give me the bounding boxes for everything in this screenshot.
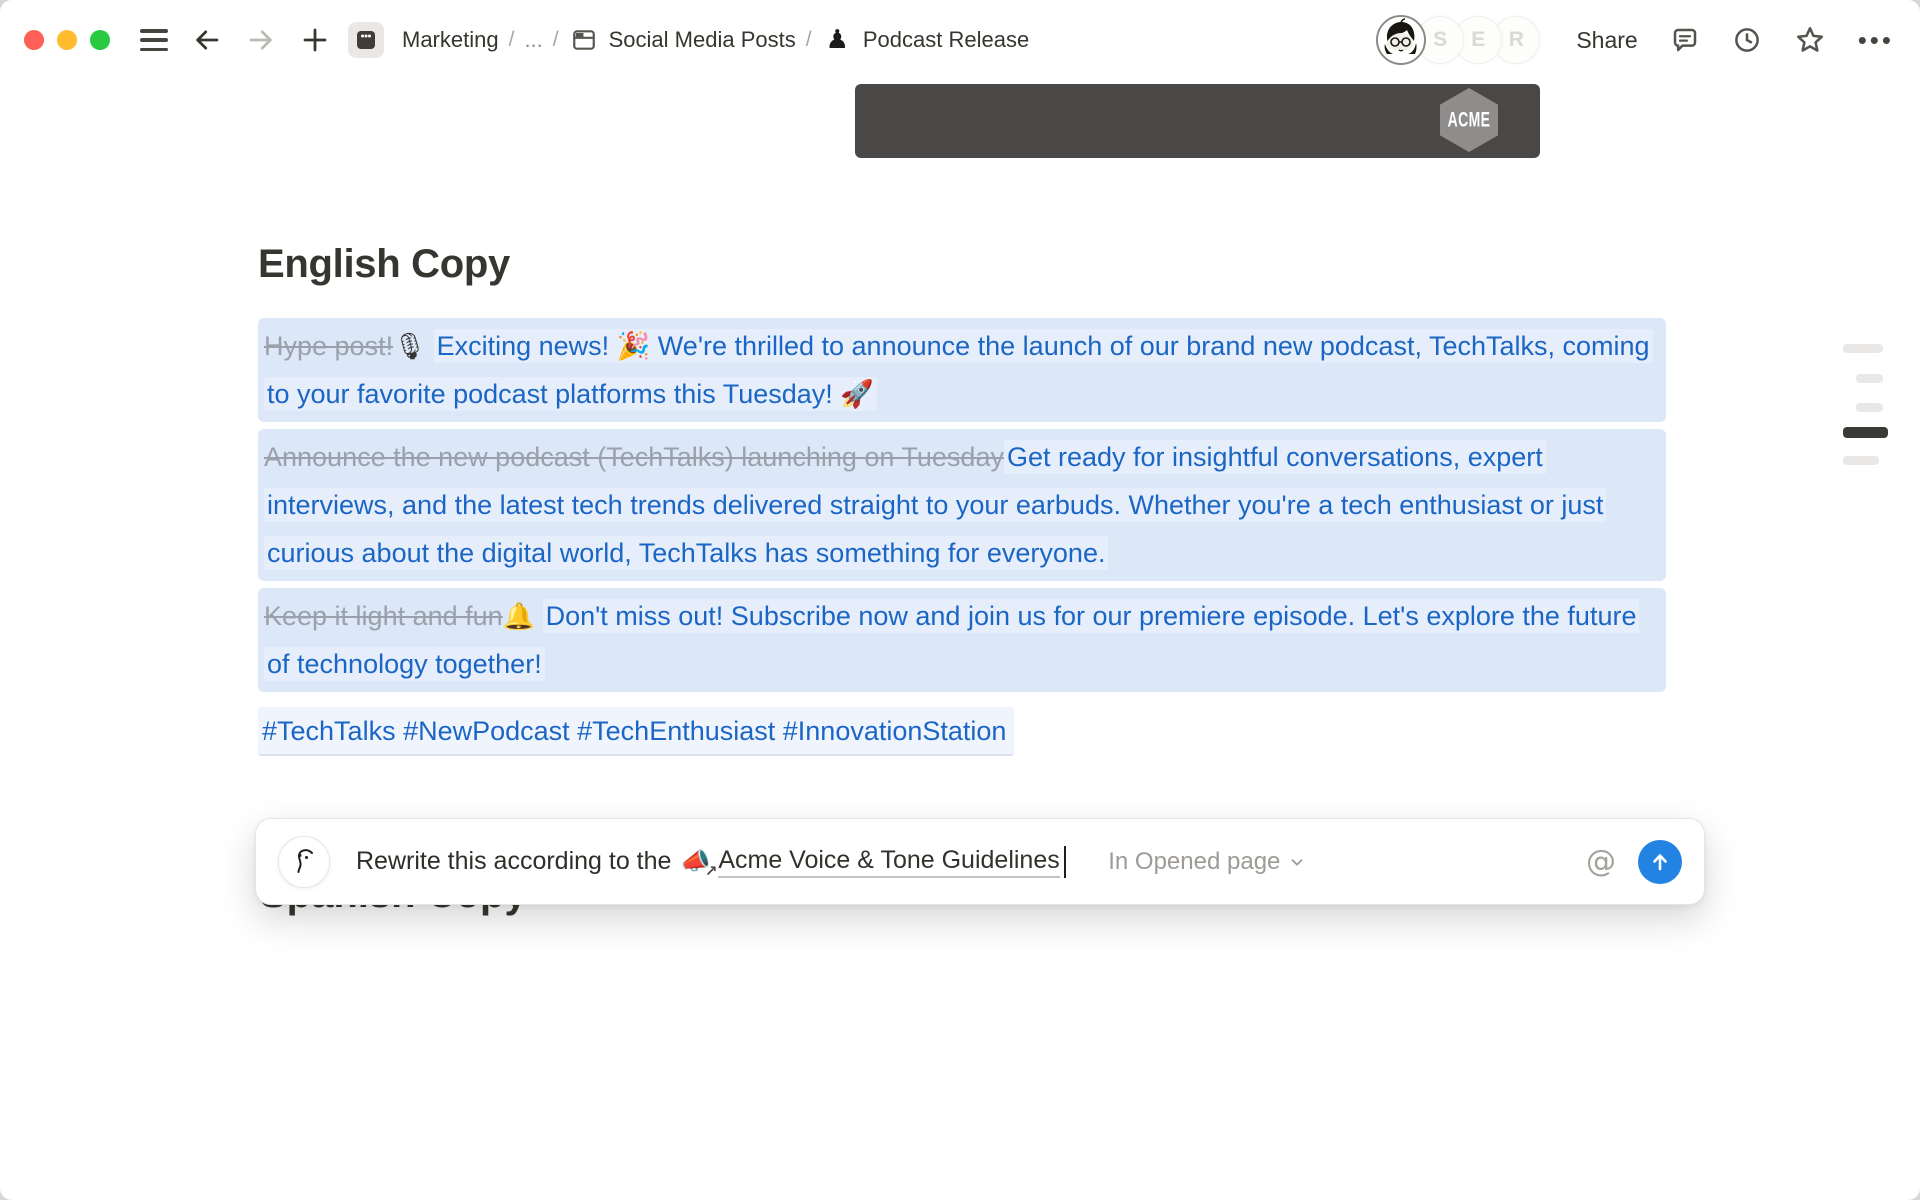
breadcrumb: Marketing / ... / Social Media Posts / ♟… xyxy=(396,25,1035,55)
send-button[interactable] xyxy=(1638,840,1682,884)
scope-label: In Opened page xyxy=(1108,848,1280,876)
prompt-text: Rewrite this according to the xyxy=(356,847,671,876)
acme-logo-text: ACME xyxy=(1448,108,1491,133)
mention-button[interactable]: @ xyxy=(1586,844,1616,879)
teamspace-icon[interactable] xyxy=(348,22,384,58)
collaborator-avatars[interactable]: S E R xyxy=(1376,15,1540,65)
breadcrumb-item-marketing[interactable]: Marketing xyxy=(396,25,505,55)
avatar-illustration xyxy=(1378,17,1423,62)
more-options-button[interactable]: ••• xyxy=(1858,25,1894,56)
scroll-diff-marker-active xyxy=(1843,427,1888,438)
microphone-emoji: 🎙 xyxy=(393,331,426,361)
storage-box-icon xyxy=(355,29,377,51)
arrow-left-icon xyxy=(192,25,222,55)
ai-prompt-bar[interactable]: Rewrite this according to the 📣↗ Acme Vo… xyxy=(255,818,1705,905)
active-user-avatar[interactable] xyxy=(1376,15,1426,65)
page-pawn-emoji-icon: ♟ xyxy=(826,25,849,55)
scope-dropdown[interactable]: In Opened page xyxy=(1108,848,1306,876)
breadcrumb-item-podcast-release[interactable]: Podcast Release xyxy=(857,25,1035,55)
notion-ai-face-icon xyxy=(278,836,330,888)
toolbar-right: S E R Share xyxy=(1376,0,1894,80)
star-icon xyxy=(1794,24,1826,56)
comment-icon xyxy=(1670,25,1700,55)
sidebar-toggle-icon[interactable] xyxy=(140,29,168,51)
link-mention-text: Acme Voice & Tone Guidelines xyxy=(718,846,1059,878)
toolbar: Marketing / ... / Social Media Posts / ♟… xyxy=(0,0,1920,80)
notion-window: Marketing / ... / Social Media Posts / ♟… xyxy=(0,0,1920,1200)
hashtags-block[interactable]: #TechTalks #NewPodcast #TechEnthusiast #… xyxy=(258,707,1014,756)
link-arrow-icon: ↗ xyxy=(705,862,718,880)
comments-button[interactable] xyxy=(1670,25,1700,55)
acme-logo: ACME xyxy=(1440,88,1498,152)
page-cover-image[interactable]: ACME xyxy=(855,84,1540,158)
deleted-text: Announce the new podcast (TechTalks) lau… xyxy=(264,442,1004,472)
back-button[interactable] xyxy=(192,25,222,55)
history-button[interactable] xyxy=(1732,25,1762,55)
megaphone-emoji-icon: 📣↗ xyxy=(680,847,710,876)
arrow-right-icon xyxy=(246,25,276,55)
new-tab-button[interactable] xyxy=(300,25,330,55)
inserted-text: Exciting news! 🎉 We're thrilled to annou… xyxy=(264,329,1653,411)
board-layout-icon xyxy=(571,27,597,53)
breadcrumb-item-social-media-posts[interactable]: Social Media Posts xyxy=(603,25,802,55)
arrow-up-icon xyxy=(1648,850,1672,874)
breadcrumb-collapsed-items[interactable]: ... xyxy=(518,25,548,55)
breadcrumb-separator: / xyxy=(553,28,559,52)
scroll-diff-marker xyxy=(1856,374,1883,383)
favorite-button[interactable] xyxy=(1794,24,1826,56)
deleted-text: Keep it light and fun xyxy=(264,601,503,631)
content-blocks: Hype post!🎙 Exciting news! 🎉 We're thril… xyxy=(258,318,1666,756)
plus-icon xyxy=(300,25,330,55)
ai-prompt-input[interactable]: Rewrite this according to the 📣↗ Acme Vo… xyxy=(356,846,1066,878)
heading-english-copy[interactable]: English Copy xyxy=(258,242,510,287)
scroll-diff-marker xyxy=(1843,344,1883,353)
text-cursor xyxy=(1064,846,1067,878)
window-controls xyxy=(24,30,110,50)
bell-emoji: 🔔 xyxy=(503,601,535,631)
forward-button[interactable] xyxy=(246,25,276,55)
close-window-button[interactable] xyxy=(24,30,44,50)
diff-text-block[interactable]: Hype post!🎙 Exciting news! 🎉 We're thril… xyxy=(258,318,1666,422)
breadcrumb-separator: / xyxy=(509,28,515,52)
clock-icon xyxy=(1732,25,1762,55)
scroll-diff-marker xyxy=(1843,456,1879,465)
minimize-window-button[interactable] xyxy=(57,30,77,50)
page-link-mention[interactable]: 📣↗ Acme Voice & Tone Guidelines xyxy=(680,846,1059,878)
zoom-window-button[interactable] xyxy=(90,30,110,50)
chevron-down-icon xyxy=(1288,853,1306,871)
breadcrumb-separator: / xyxy=(806,28,812,52)
share-button[interactable]: Share xyxy=(1576,27,1637,54)
diff-text-block[interactable]: Announce the new podcast (TechTalks) lau… xyxy=(258,429,1666,581)
deleted-text: Hype post! xyxy=(264,331,393,361)
diff-text-block[interactable]: Keep it light and fun🔔 Don't miss out! S… xyxy=(258,588,1666,692)
scroll-diff-marker xyxy=(1856,403,1883,412)
